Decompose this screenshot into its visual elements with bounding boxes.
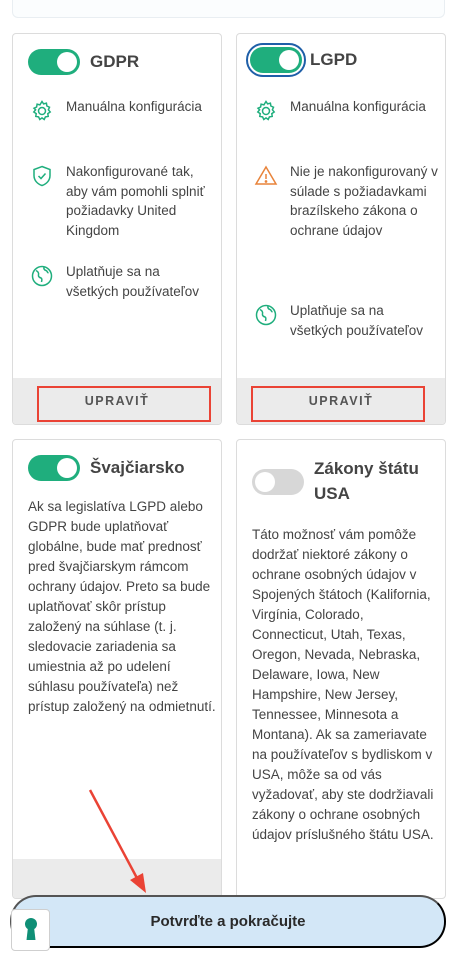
annotation-arrow [88,789,146,893]
lgpd-toggle[interactable] [250,47,302,73]
gdpr-edit-highlight [37,386,211,422]
usa-toggle[interactable] [252,469,304,495]
lgpd-feature-scope: Uplatňuje sa na všetkých používateľov [254,301,439,340]
swiss-toggle[interactable] [28,455,80,481]
lgpd-feature-scope-text: Uplatňuje sa na všetkých používateľov [290,303,424,338]
privacy-settings-button[interactable] [11,909,50,951]
lgpd-feature-warning: Nie je nakonfigurovaný v súlade s požiad… [254,162,439,240]
usa-card: Zákony štátu USA Táto možnosť vám pomôže… [236,439,446,899]
gdpr-feature-scope-text: Uplatňuje sa na všetkých používateľov [66,264,200,299]
globe-icon [255,304,277,326]
gear-icon [256,100,276,121]
previous-panel-edge [12,0,445,18]
gdpr-toggle[interactable] [28,49,80,75]
usa-description: Táto možnosť vám pomôže dodržať niektoré… [252,527,434,842]
keyhole-icon [24,918,37,940]
gdpr-feature-scope: Uplatňuje sa na všetkých používateľov [30,262,215,301]
gdpr-feature-config: Manuálna konfigurácia [30,97,215,123]
gear-icon [32,100,52,121]
gdpr-feature-compliance-text: Nakonfigurované tak, aby vám pomohli spl… [66,164,205,238]
lgpd-card: LGPD Manuálna konfigurácia Nie je nakonf… [236,33,446,425]
gdpr-card: GDPR Manuálna konfigurácia Nakonfigurova… [12,33,222,425]
lgpd-feature-config: Manuálna konfigurácia [254,97,439,123]
lgpd-card-header: LGPD [246,43,357,77]
usa-card-header: Zákony štátu USA [252,456,434,506]
confirm-and-continue-button[interactable]: Potvrďte a pokračujte [10,895,446,948]
lgpd-feature-warning-text: Nie je nakonfigurovaný v súlade s požiad… [290,164,438,238]
gdpr-feature-config-text: Manuálna konfigurácia [66,99,202,114]
swiss-card-header: Švajčiarsko [28,455,185,481]
gdpr-card-header: GDPR [28,49,139,75]
shield-check-icon [33,165,51,187]
swiss-description: Ak sa legislatíva LGPD alebo GDPR bude u… [28,499,216,714]
swiss-title: Švajčiarsko [90,458,185,477]
lgpd-title: LGPD [310,50,358,69]
lgpd-edit-highlight [251,386,425,422]
usa-title: Zákony štátu USA [314,459,419,503]
lgpd-toggle-focus [246,43,306,77]
warning-icon [254,165,278,185]
globe-icon [31,265,53,287]
gdpr-title: GDPR [90,52,140,71]
gdpr-feature-compliance: Nakonfigurované tak, aby vám pomohli spl… [30,162,215,240]
lgpd-feature-config-text: Manuálna konfigurácia [290,99,426,114]
